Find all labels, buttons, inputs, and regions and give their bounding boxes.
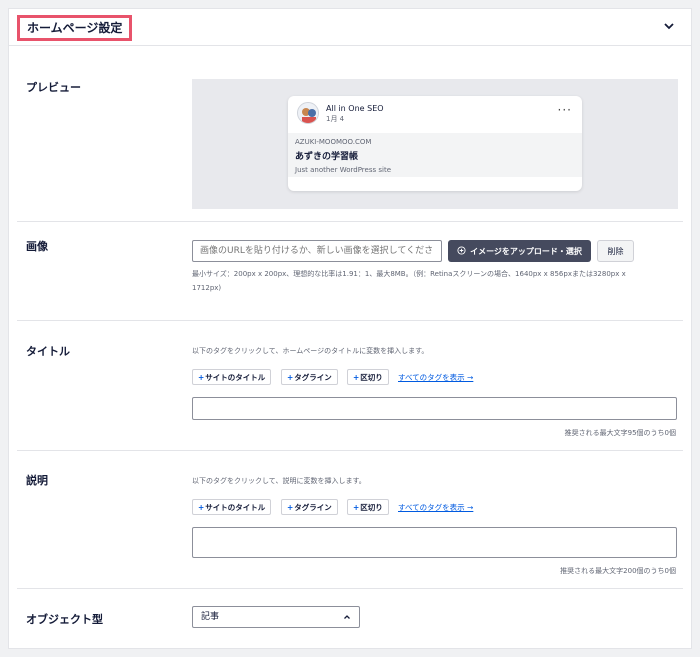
plus-icon: + (287, 372, 294, 382)
preview-description: Just another WordPress site (295, 166, 392, 174)
tag-label: サイトのタイトル (205, 372, 266, 382)
image-help-line: 1712px) (192, 284, 222, 292)
panel-title: ホームページ設定 (17, 15, 133, 41)
description-textarea[interactable] (192, 527, 677, 558)
preview-area: All in One SEO 1月 4 ··· AZUKI-MOOMOO.COM… (192, 79, 678, 209)
upload-image-button[interactable]: イメージをアップロード・選択 (448, 240, 591, 262)
divider (17, 588, 683, 589)
image-help-text: 最小サイズ：200px x 200px、理想的な比率は1.91：1、最大8MB。… (192, 267, 626, 295)
plus-icon: + (198, 502, 205, 512)
preview-date: 1月 4 (326, 115, 345, 123)
image-label: 画像 (26, 240, 48, 253)
preview-title: あずきの学習帳 (295, 152, 359, 162)
more-options-icon: ··· (557, 103, 572, 117)
image-help-line: 最小サイズ：200px x 200px、理想的な比率は1.91：1、最大8MB。… (192, 270, 626, 278)
object-type-value: 記事 (201, 612, 220, 622)
plus-icon: + (353, 502, 360, 512)
tag-label: サイトのタイトル (205, 502, 266, 512)
object-type-select[interactable]: 記事 (192, 606, 360, 628)
title-help-text: 以下のタグをクリックして、ホームページのタイトルに変数を挿入します。 (192, 347, 429, 355)
panel-header[interactable]: ホームページ設定 (9, 9, 691, 46)
title-label: タイトル (26, 345, 70, 358)
tag-label: タグライン (294, 502, 332, 512)
tag-site-title-button[interactable]: +サイトのタイトル (192, 499, 272, 515)
description-help-text: 以下のタグをクリックして、説明に変数を挿入します。 (192, 477, 366, 485)
homepage-settings-panel: ホームページ設定 プレビュー All in One SEO 1月 4 ··· A… (8, 8, 692, 649)
site-avatar (297, 102, 319, 124)
object-type-label: オブジェクト型 (26, 613, 103, 626)
plus-icon: + (287, 502, 294, 512)
preview-site-name: All in One SEO (326, 104, 384, 113)
description-label: 説明 (26, 474, 48, 487)
divider (17, 320, 683, 321)
image-url-input[interactable] (192, 240, 442, 262)
view-all-tags-link[interactable]: すべてのタグを表示 → (398, 372, 473, 383)
plus-icon: + (198, 372, 205, 382)
preview-label: プレビュー (26, 81, 81, 94)
plus-icon: + (353, 372, 360, 382)
tag-tagline-button[interactable]: +タグライン (281, 499, 338, 515)
preview-link-box: AZUKI-MOOMOO.COM あずきの学習帳 Just another Wo… (288, 133, 582, 177)
tag-label: 区切り (360, 502, 383, 512)
divider (17, 221, 683, 222)
upload-image-label: イメージをアップロード・選択 (470, 246, 582, 256)
tag-tagline-button[interactable]: +タグライン (281, 369, 338, 385)
divider (17, 450, 683, 451)
social-preview-card: All in One SEO 1月 4 ··· AZUKI-MOOMOO.COM… (288, 96, 582, 191)
plus-circle-icon (457, 245, 466, 255)
title-char-counter: 推奨される最大文字95個のうち0個 (564, 429, 676, 437)
chevron-up-icon (344, 615, 350, 619)
tag-site-title-button[interactable]: +サイトのタイトル (192, 369, 272, 385)
description-char-counter: 推奨される最大文字200個のうち0個 (560, 567, 676, 575)
tag-separator-button[interactable]: +区切り (347, 499, 389, 515)
tag-label: タグライン (294, 372, 332, 382)
chevron-down-icon[interactable] (661, 18, 677, 34)
title-input[interactable] (192, 397, 677, 420)
delete-image-button[interactable]: 削除 (597, 240, 634, 262)
view-all-tags-link[interactable]: すべてのタグを表示 → (398, 502, 473, 513)
tag-separator-button[interactable]: +区切り (347, 369, 389, 385)
preview-domain: AZUKI-MOOMOO.COM (295, 138, 372, 146)
tag-label: 区切り (360, 372, 383, 382)
